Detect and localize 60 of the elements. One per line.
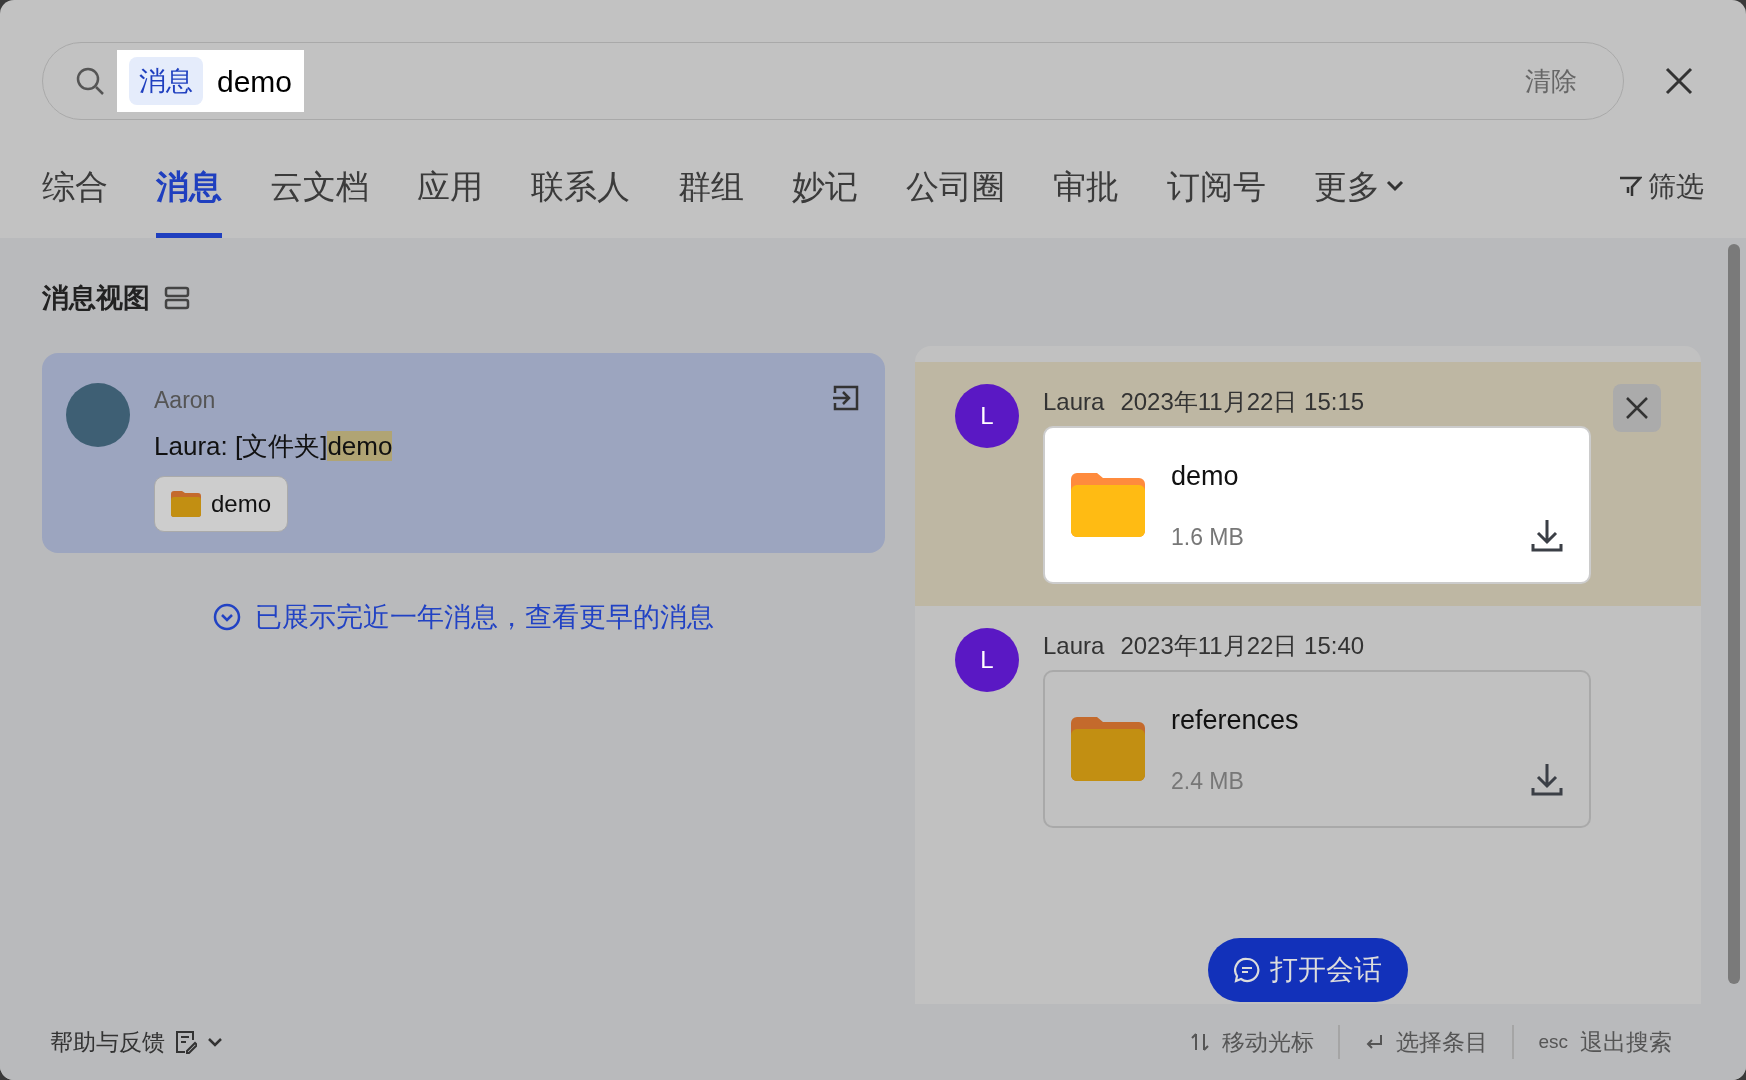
attachment-name: demo <box>211 489 272 519</box>
tab[interactable]: 群组 <box>678 161 744 238</box>
file-name: demo <box>1171 459 1240 493</box>
tab[interactable]: 应用 <box>417 161 483 238</box>
load-earlier-link[interactable]: 已展示完近一年消息，查看更早的消息 <box>213 596 714 637</box>
close-icon[interactable] <box>1664 66 1694 96</box>
shortcut-hint: 选择条目 <box>1396 1027 1489 1057</box>
folder-icon <box>1071 717 1145 781</box>
file-card[interactable]: references 2.4 MB <box>1043 670 1591 828</box>
tab[interactable]: 审批 <box>1053 161 1119 238</box>
tab[interactable]: 云文档 <box>270 161 369 238</box>
message-time: 2023年11月22日 15:40 <box>1120 631 1365 661</box>
folder-icon <box>171 491 201 517</box>
close-button[interactable] <box>1613 384 1661 432</box>
up-down-arrows-icon <box>1190 1032 1211 1052</box>
search-icon <box>75 66 105 96</box>
shortcut-hint: 退出搜索 <box>1580 1027 1672 1057</box>
tab[interactable]: 联系人 <box>531 161 630 238</box>
filter-icon <box>1618 175 1642 199</box>
file-name: references <box>1171 703 1300 737</box>
filter-button[interactable]: 筛选 <box>1618 166 1704 238</box>
search-query: demo <box>217 63 293 100</box>
tab[interactable]: 妙记 <box>792 161 858 238</box>
folder-icon <box>1071 473 1145 537</box>
key-label: esc <box>1538 1029 1568 1054</box>
scrollbar[interactable] <box>1728 244 1740 984</box>
tab[interactable]: 订阅号 <box>1167 161 1266 238</box>
clear-button[interactable]: 清除 <box>1525 61 1577 101</box>
chevron-circle-icon <box>213 602 241 631</box>
file-size: 1.6 MB <box>1171 523 1245 552</box>
layout-toggle-icon[interactable] <box>164 286 190 311</box>
feedback-icon <box>175 1030 197 1054</box>
tab[interactable]: 公司圈 <box>906 161 1005 238</box>
more-tab[interactable]: 更多 <box>1314 161 1404 238</box>
scope-tag[interactable]: 消息 <box>129 56 203 106</box>
enter-key-icon <box>1364 1033 1385 1051</box>
file-card[interactable]: demo 1.6 MB <box>1043 426 1591 584</box>
close-icon <box>1625 396 1649 420</box>
download-icon[interactable] <box>1531 518 1563 552</box>
avatar: L <box>955 384 1019 448</box>
chat-name: Aaron <box>154 385 217 415</box>
sender-name: Laura <box>1043 387 1105 417</box>
message-result-card[interactable]: Aaron Laura: [文件夹]demo demo <box>42 352 885 553</box>
message-time: 2023年11月22日 15:15 <box>1120 387 1365 417</box>
tab[interactable]: 综合 <box>42 161 108 238</box>
section-title: 消息视图 <box>42 282 150 315</box>
chevron-down-icon <box>207 1037 223 1047</box>
chat-bubble-icon <box>1234 957 1260 983</box>
help-feedback-button[interactable]: 帮助与反馈 <box>50 1024 223 1060</box>
file-size: 2.4 MB <box>1171 767 1245 796</box>
sender-name: Laura <box>1043 631 1105 661</box>
chevron-down-icon <box>1386 180 1404 193</box>
message-preview: Laura: [文件夹]demo <box>154 430 394 463</box>
attachment-chip[interactable]: demo <box>154 476 289 532</box>
download-icon[interactable] <box>1531 762 1563 796</box>
message-row[interactable]: L Laura 2023年11月22日 15:15 demo 1.6 MB <box>915 362 1701 606</box>
open-chat-button[interactable]: 打开会话 <box>1208 938 1408 1002</box>
message-row[interactable]: L Laura 2023年11月22日 15:40 references 2.4 MB <box>915 606 1701 850</box>
shortcut-hint: 移动光标 <box>1222 1027 1315 1057</box>
avatar: L <box>955 628 1019 692</box>
